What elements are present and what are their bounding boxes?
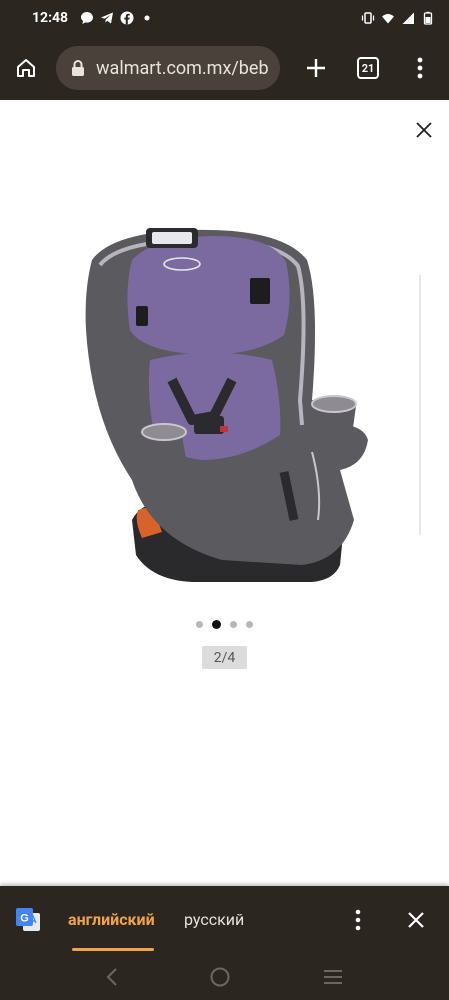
wifi-icon bbox=[382, 14, 394, 24]
new-tab-icon bbox=[307, 59, 325, 77]
menu-button[interactable] bbox=[394, 36, 446, 100]
status-time: 12:48 bbox=[32, 10, 69, 26]
home-nav-icon[interactable] bbox=[209, 966, 231, 988]
close-icon bbox=[408, 912, 424, 928]
recents-icon[interactable] bbox=[322, 968, 344, 986]
menu-icon bbox=[417, 57, 423, 79]
tab-switcher-icon: 21 bbox=[357, 57, 379, 79]
tab-switcher-button[interactable]: 21 bbox=[342, 36, 394, 100]
signal-icon bbox=[402, 12, 414, 24]
translate-bar: G английский русский bbox=[0, 886, 449, 954]
pagination-dots bbox=[0, 620, 449, 629]
translate-close-button[interactable] bbox=[402, 906, 430, 934]
active-tab-indicator bbox=[72, 948, 154, 951]
vibrate-icon bbox=[361, 12, 375, 24]
target-language-tab[interactable]: русский bbox=[184, 910, 244, 929]
status-bar: 12:48 bbox=[0, 0, 449, 36]
notification-icons bbox=[80, 11, 154, 25]
url-text: walmart.com.mx/beb bbox=[96, 57, 269, 79]
page-dot-2-active[interactable] bbox=[212, 620, 221, 629]
next-image-peek[interactable] bbox=[419, 275, 421, 535]
back-icon[interactable] bbox=[105, 967, 119, 987]
product-image[interactable] bbox=[72, 220, 382, 600]
system-nav-bar bbox=[0, 954, 449, 1000]
page-dot-3[interactable] bbox=[230, 621, 237, 628]
browser-toolbar: walmart.com.mx/beb 21 bbox=[0, 36, 449, 100]
battery-icon bbox=[423, 11, 433, 25]
google-translate-icon: G bbox=[16, 908, 40, 931]
source-language-tab[interactable]: английский bbox=[68, 910, 155, 929]
dot-icon bbox=[144, 15, 150, 21]
more-vert-icon bbox=[355, 909, 361, 931]
close-viewer-button[interactable] bbox=[412, 118, 436, 142]
svg-text:G: G bbox=[20, 913, 29, 925]
system-icons bbox=[361, 11, 435, 25]
home-icon bbox=[17, 59, 35, 77]
address-bar[interactable]: walmart.com.mx/beb bbox=[56, 46, 280, 90]
new-tab-button[interactable] bbox=[290, 36, 342, 100]
close-icon bbox=[416, 122, 432, 138]
lock-icon bbox=[72, 60, 84, 76]
telegram-icon bbox=[101, 12, 114, 24]
facebook-icon bbox=[120, 11, 134, 25]
page-dot-4[interactable] bbox=[246, 621, 253, 628]
chat-icon bbox=[81, 12, 94, 24]
image-counter: 2/4 bbox=[202, 646, 247, 669]
image-viewer: 2/4 bbox=[0, 100, 449, 886]
translate-menu-button[interactable] bbox=[346, 906, 370, 934]
home-button[interactable] bbox=[0, 36, 52, 100]
page-dot-1[interactable] bbox=[196, 621, 203, 628]
